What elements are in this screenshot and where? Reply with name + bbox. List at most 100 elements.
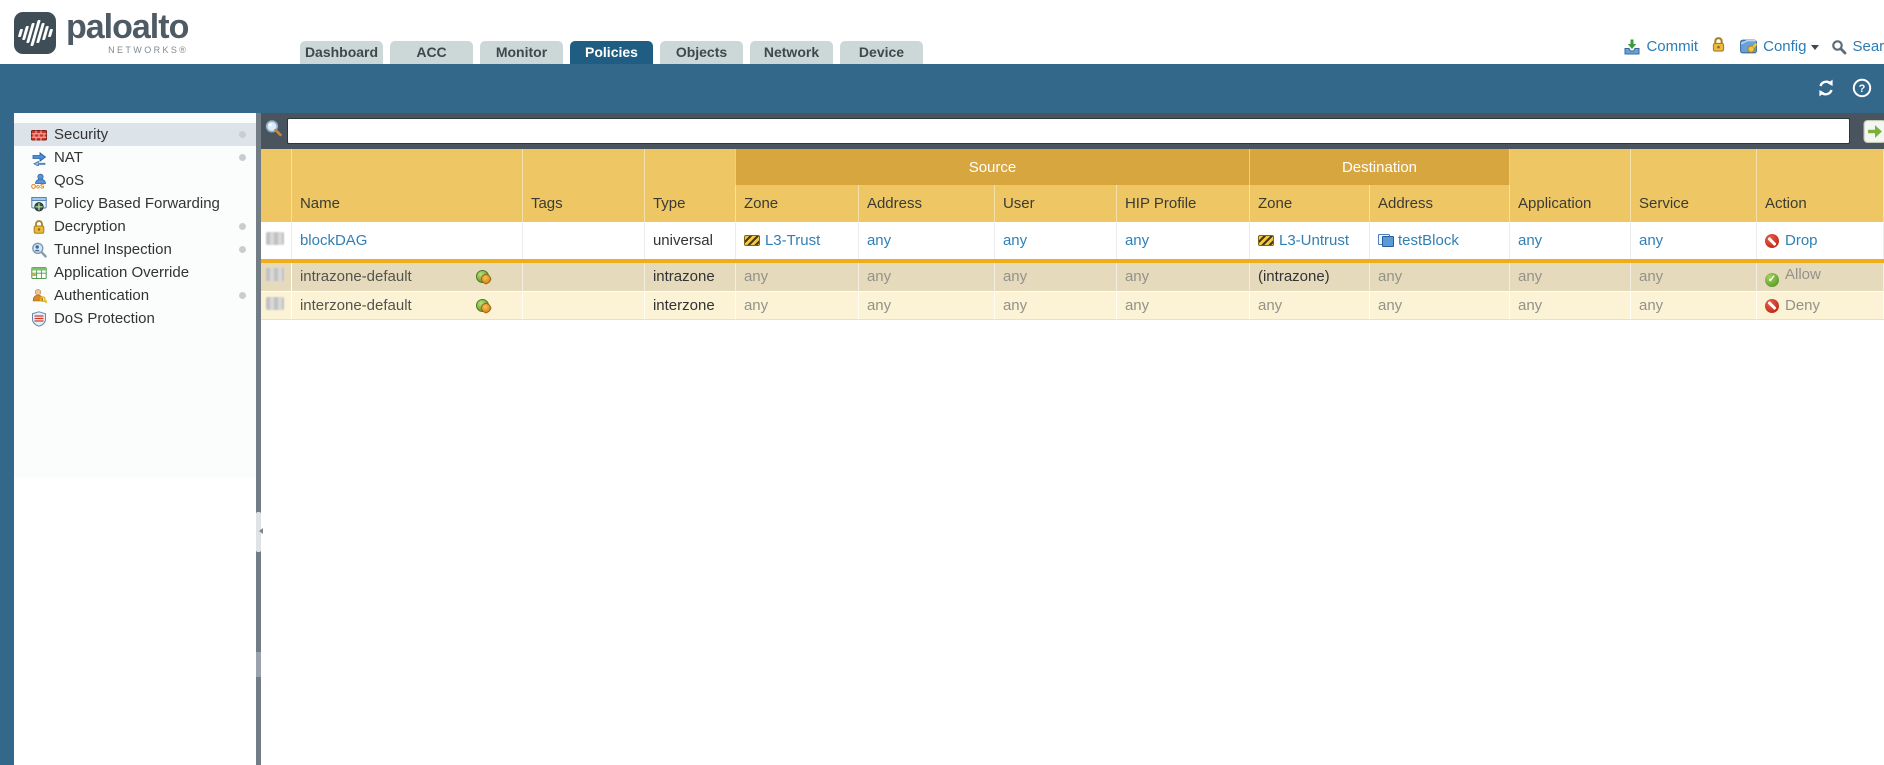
column-header-tags[interactable]: Tags <box>522 185 644 222</box>
column-header-name[interactable]: Name <box>291 185 522 222</box>
table-column-header-row: Name Tags Type Zone Address User HIP Pro… <box>261 185 1883 222</box>
application-cell: any <box>1510 222 1631 259</box>
column-header-application[interactable]: Application <box>1510 185 1631 222</box>
src-address-link[interactable]: any <box>867 232 891 249</box>
service-cell: any <box>1631 222 1757 259</box>
dos-protection-shield-icon <box>31 311 47 327</box>
brand-tagline: NETWORKS® <box>66 45 188 55</box>
tunnel-inspection-magnifier-icon <box>31 242 47 258</box>
application-cell: any <box>1510 263 1631 291</box>
column-header-dst-address[interactable]: Address <box>1369 185 1509 222</box>
tags-cell <box>522 291 644 319</box>
paloalto-logo-icon <box>14 12 56 54</box>
user-link[interactable]: any <box>1003 232 1027 249</box>
hip-profile-cell: any <box>1116 263 1249 291</box>
chevron-down-icon <box>1811 45 1819 54</box>
svg-text:?: ? <box>1859 83 1866 95</box>
zone-icon <box>744 235 760 246</box>
sidebar-item-decryption[interactable]: Decryption <box>14 215 257 238</box>
config-icon <box>1739 37 1758 56</box>
column-header-hip-profile[interactable]: HIP Profile <box>1116 185 1249 222</box>
main-panel: Source Destination Name Tags Type Zone A… <box>261 113 1884 765</box>
security-bricks-icon <box>31 127 47 143</box>
src-zone-cell: any <box>735 291 858 319</box>
apply-filter-button[interactable] <box>1863 120 1884 143</box>
decryption-lock-icon <box>31 219 47 235</box>
column-header-type[interactable]: Type <box>644 185 735 222</box>
hip-profile-link[interactable]: any <box>1125 232 1149 249</box>
rule-name-link[interactable]: blockDAG <box>300 232 368 249</box>
tab-device[interactable]: Device <box>840 41 923 64</box>
dst-zone-cell: (intrazone) <box>1249 263 1369 291</box>
tab-monitor[interactable]: Monitor <box>480 41 563 64</box>
column-header-user[interactable]: User <box>994 185 1116 222</box>
status-dot <box>239 131 246 138</box>
column-header-service[interactable]: Service <box>1631 185 1757 222</box>
application-cell: any <box>1510 291 1631 319</box>
commit-button[interactable]: Commit <box>1623 38 1698 56</box>
column-header-src-address[interactable]: Address <box>858 185 994 222</box>
sidebar-item-application-override[interactable]: Application Override <box>14 261 257 284</box>
action-label: Allow <box>1785 266 1821 283</box>
sidebar-item-nat[interactable]: NAT <box>14 146 257 169</box>
apply-filter-arrow-icon <box>1863 120 1884 143</box>
rule-name[interactable]: intrazone-default <box>300 268 412 285</box>
src-zone-link[interactable]: L3-Trust <box>765 232 820 249</box>
sidebar-item-label: Decryption <box>54 218 126 235</box>
status-dot <box>239 223 246 230</box>
action-link[interactable]: Drop <box>1785 232 1818 249</box>
lock-icon[interactable] <box>1710 36 1727 57</box>
column-header-src-zone[interactable]: Zone <box>735 185 858 222</box>
brand-name: paloalto <box>66 10 188 44</box>
dst-address-cell: any <box>1369 263 1509 291</box>
sidebar-item-label: Policy Based Forwarding <box>54 195 220 212</box>
sidebar-item-label: Tunnel Inspection <box>54 241 172 258</box>
table-row: interzone-default interzone any any any … <box>261 291 1883 319</box>
hip-profile-cell: any <box>1116 291 1249 319</box>
search-button[interactable]: Search <box>1831 38 1884 55</box>
zone-icon <box>1258 235 1274 246</box>
help-icon[interactable]: ? <box>1852 78 1872 103</box>
src-address-cell: any <box>858 291 994 319</box>
service-link[interactable]: any <box>1639 232 1663 249</box>
top-bar: paloalto NETWORKS® Dashboard ACC Monitor… <box>0 0 1884 64</box>
sidebar-item-tunnel-inspection[interactable]: Tunnel Inspection <box>14 238 257 261</box>
rule-name[interactable]: interzone-default <box>300 297 412 314</box>
sidebar-item-label: NAT <box>54 149 83 166</box>
tab-acc[interactable]: ACC <box>390 41 473 64</box>
dst-zone-link[interactable]: L3-Untrust <box>1279 232 1349 249</box>
tab-objects[interactable]: Objects <box>660 41 743 64</box>
application-link[interactable]: any <box>1518 232 1542 249</box>
dst-address-link[interactable]: testBlock <box>1398 232 1459 249</box>
qos-person-icon: QoS <box>31 173 47 189</box>
default-rule-gear-icon <box>476 270 491 284</box>
sidebar-item-policy-based-forwarding[interactable]: Policy Based Forwarding <box>14 192 257 215</box>
policy-filter-input[interactable] <box>287 118 1850 144</box>
sidebar-item-authentication[interactable]: Authentication <box>14 284 257 307</box>
rule-number-redacted <box>266 268 284 281</box>
search-icon <box>1831 39 1847 55</box>
sidebar-item-label: Application Override <box>54 264 189 281</box>
refresh-icon[interactable] <box>1816 78 1836 103</box>
sidebar-item-dos-protection[interactable]: DoS Protection <box>14 307 257 330</box>
column-header-number <box>261 185 291 222</box>
column-header-action[interactable]: Action <box>1757 185 1884 222</box>
tab-network[interactable]: Network <box>750 41 833 64</box>
column-header-dst-zone[interactable]: Zone <box>1249 185 1369 222</box>
commit-label: Commit <box>1646 38 1698 55</box>
dst-zone-cell: L3-Untrust <box>1249 222 1369 259</box>
left-teal-strip <box>0 113 14 765</box>
tab-policies[interactable]: Policies <box>570 41 653 64</box>
sidebar-item-security[interactable]: Security <box>14 123 257 146</box>
sidebar-item-label: Authentication <box>54 287 149 304</box>
sidebar-item-label: DoS Protection <box>54 310 155 327</box>
status-dot <box>239 246 246 253</box>
commit-icon <box>1623 38 1641 56</box>
src-address-cell: any <box>858 222 994 259</box>
paloalto-logo: paloalto NETWORKS® <box>14 10 188 55</box>
sidebar-item-qos[interactable]: QoS QoS <box>14 169 257 192</box>
status-dot <box>239 292 246 299</box>
main-nav-tabs: Dashboard ACC Monitor Policies Objects N… <box>300 41 923 64</box>
config-menu[interactable]: Config <box>1739 37 1819 56</box>
tab-dashboard[interactable]: Dashboard <box>300 41 383 64</box>
